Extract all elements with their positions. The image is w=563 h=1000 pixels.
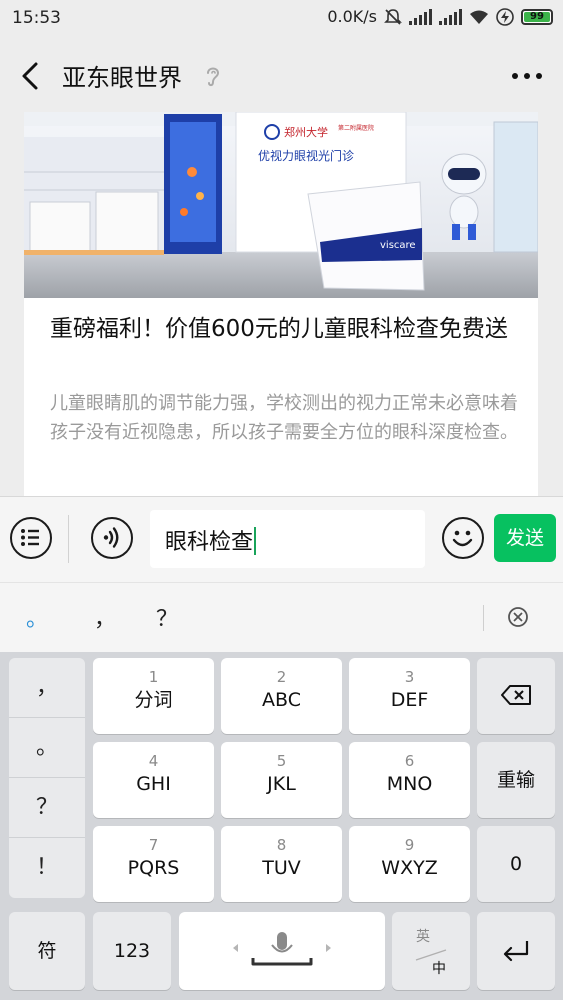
enter-icon <box>503 941 529 962</box>
punct-key-period[interactable]: 。 <box>9 718 85 778</box>
zero-label: 0 <box>509 853 523 875</box>
battery-icon: 99 <box>521 8 553 25</box>
photo-counter-brand: viscare <box>380 240 416 251</box>
message-input-text: 眼科检查 <box>165 530 254 555</box>
key-6-num: 6 <box>404 752 415 770</box>
key-4-label: GHI <box>136 773 171 795</box>
emoji-icon <box>452 530 473 547</box>
key-2-num: 2 <box>276 668 287 686</box>
numeric-key[interactable]: 123 <box>93 912 171 990</box>
key-1[interactable]: 1 分词 <box>93 658 214 734</box>
input-divider <box>68 515 69 563</box>
key-6[interactable]: 6 MNO <box>349 742 470 818</box>
mute-icon <box>384 8 402 25</box>
key-3-num: 3 <box>404 668 415 686</box>
wifi-icon <box>470 10 488 24</box>
signal-icon <box>409 8 432 25</box>
candidate-divider <box>483 605 484 631</box>
reinput-key[interactable]: 重输 <box>477 742 555 818</box>
network-speed: 0.0K/s <box>327 7 377 26</box>
key-5[interactable]: 5 JKL <box>221 742 342 818</box>
nav-bar: 亚东眼世界 <box>0 38 563 114</box>
key-5-label: JKL <box>267 773 296 795</box>
keyboard: ， 。 ？ ！ 1 分词 2 ABC 3 DEF 4 GHI 5 JKL 6 MNO 重输 … <box>0 652 563 1000</box>
numeric-label: 123 <box>113 940 151 962</box>
backspace-key[interactable] <box>477 658 555 734</box>
symbol-key[interactable]: 符 <box>9 912 85 990</box>
ear-icon <box>207 67 220 87</box>
key-7-label: PQRS <box>127 857 180 879</box>
close-candidates-icon[interactable] <box>506 605 530 629</box>
lang-en-label: 英 <box>416 929 430 945</box>
key-4[interactable]: 4 GHI <box>93 742 214 818</box>
key-9-label: WXYZ <box>381 857 438 879</box>
clock: 15:53 <box>12 8 61 28</box>
microphone-icon <box>233 932 331 966</box>
key-2[interactable]: 2 ABC <box>221 658 342 734</box>
chat-title: 亚东眼世界 <box>62 64 182 92</box>
text-cursor <box>254 527 257 555</box>
candidate-bar: 。 ， ？ <box>0 582 563 652</box>
input-bar: 眼科检查 发送 <box>0 496 563 582</box>
zero-key[interactable]: 0 <box>477 826 555 902</box>
punctuation-column[interactable]: ， 。 ？ ！ <box>9 658 85 898</box>
punct-key-comma[interactable]: ， <box>9 658 85 718</box>
punct-key-exclaim[interactable]: ！ <box>9 838 85 898</box>
key-3[interactable]: 3 DEF <box>349 658 470 734</box>
key-7-num: 7 <box>148 836 159 854</box>
list-icon <box>21 529 39 546</box>
message-input[interactable]: 眼科检查 <box>150 510 425 568</box>
key-3-label: DEF <box>390 689 429 711</box>
send-button[interactable]: 发送 <box>494 514 556 562</box>
key-8-label: TUV <box>262 857 301 879</box>
article-headline[interactable]: 重磅福利！价值600元的儿童眼科检查免费送 <box>50 313 518 346</box>
key-8[interactable]: 8 TUV <box>221 826 342 902</box>
photo-sign-hospital: 郑州大学 <box>284 125 328 139</box>
key-4-num: 4 <box>148 752 159 770</box>
reinput-label: 重输 <box>496 769 535 791</box>
signal-icon-2 <box>439 8 462 25</box>
status-bar: 15:53 0.0K/s 99 <box>0 0 563 38</box>
lang-zh-label: 中 <box>432 961 446 977</box>
photo-sign-clinic: 优视力眼视光门诊 <box>258 148 354 163</box>
key-9-num: 9 <box>404 836 415 854</box>
emoji-button[interactable] <box>442 517 484 559</box>
battery-level: 99 <box>524 11 550 22</box>
more-icon[interactable] <box>507 66 547 86</box>
language-switch-key[interactable]: 英 中 <box>392 912 470 990</box>
key-7[interactable]: 7 PQRS <box>93 826 214 902</box>
symbol-label: 符 <box>37 940 57 962</box>
photo-sign-branch: 第二附属医院 <box>338 124 374 132</box>
backspace-icon <box>501 685 531 705</box>
charging-icon <box>496 7 514 26</box>
voice-button[interactable] <box>91 517 133 559</box>
candidate-question[interactable]: ？ <box>156 601 178 633</box>
key-1-label: 分词 <box>134 689 173 711</box>
article-photo: 郑州大学 第二附属医院 优视力眼视光门诊 viscare <box>24 112 538 298</box>
article-card[interactable]: 郑州大学 第二附属医院 优视力眼视光门诊 viscare 重磅福利！价值600元… <box>24 112 538 496</box>
space-key[interactable] <box>179 912 385 990</box>
article-summary: 儿童眼睛肌的调节能力强，学校测出的视力正常未必意味着孩子没有近视隐患，所以孩子需… <box>50 393 518 443</box>
punct-key-question[interactable]: ？ <box>9 778 85 838</box>
enter-key[interactable] <box>477 912 555 990</box>
key-9[interactable]: 9 WXYZ <box>349 826 470 902</box>
key-1-num: 1 <box>148 668 159 686</box>
key-6-label: MNO <box>386 773 433 795</box>
key-8-num: 8 <box>276 836 287 854</box>
key-5-num: 5 <box>276 752 287 770</box>
candidate-comma[interactable]: ， <box>94 601 116 633</box>
voice-icon <box>103 527 119 548</box>
key-2-label: ABC <box>262 689 301 711</box>
back-icon[interactable] <box>14 58 50 94</box>
menu-toggle-button[interactable] <box>10 517 52 559</box>
candidate-period[interactable]: 。 <box>26 601 48 633</box>
